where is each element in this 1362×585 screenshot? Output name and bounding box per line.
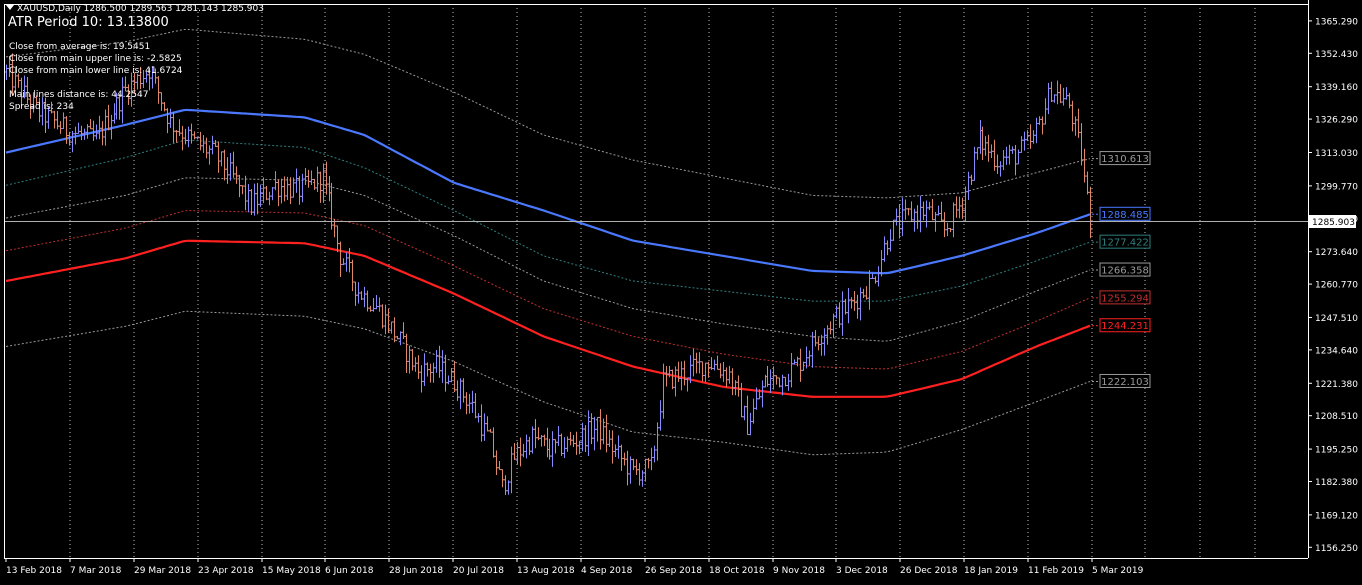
y-tick-label: 1182.380 xyxy=(1315,478,1358,488)
band-lines xyxy=(5,28,1091,456)
info-line: Close from average is: 19.5451 xyxy=(9,42,151,52)
y-tick-label: 1313.030 xyxy=(1315,149,1358,159)
chart-canvas: 1310.613 1288.485 1277.422 1266.358 1255.294… xyxy=(4,0,1358,576)
y-tick-label: 1156.250 xyxy=(1315,544,1358,554)
price-chart[interactable]: 1310.613 1288.485 1277.422 1266.358 1255.294… xyxy=(0,0,1362,581)
dropdown-triangle-icon[interactable] xyxy=(6,5,14,10)
x-tick-label: 9 Nov 2018 xyxy=(773,566,825,576)
y-tick-label: 1339.160 xyxy=(1315,83,1358,93)
y-tick-label: 1326.290 xyxy=(1315,116,1358,126)
current-price-tag-text: 1285.903 xyxy=(1312,218,1355,228)
grid-lines xyxy=(69,4,1256,558)
line-label-text: 1255.294 xyxy=(1101,293,1149,304)
x-tick-label: 13 Feb 2018 xyxy=(6,566,62,576)
line-label-text: 1310.613 xyxy=(1101,154,1149,165)
band-line-teal xyxy=(5,139,1091,302)
x-tick-label: 26 Sep 2018 xyxy=(645,566,702,576)
x-tick-label: 5 Mar 2019 xyxy=(1092,566,1144,576)
x-tick-label: 18 Jan 2019 xyxy=(964,566,1018,576)
line-label-text: 1222.103 xyxy=(1101,377,1149,388)
x-tick-label: 3 Dec 2018 xyxy=(836,566,888,576)
x-tick-label: 20 Jul 2018 xyxy=(453,566,504,576)
x-tick-label: 23 Apr 2018 xyxy=(198,566,254,576)
y-tick-label: 1208.510 xyxy=(1315,412,1358,422)
price-bars xyxy=(4,53,1093,495)
y-tick-label: 1299.770 xyxy=(1315,182,1358,192)
y-tick-label: 1365.290 xyxy=(1315,17,1358,27)
average-line xyxy=(5,108,1091,275)
symbol-quote-text: XAUUSD,Daily 1286.500 1289.563 1281.143 … xyxy=(17,4,264,14)
y-tick-label: 1273.640 xyxy=(1315,248,1358,258)
x-tick-label: 13 Aug 2018 xyxy=(517,566,575,576)
x-tick-label: 6 Jun 2018 xyxy=(325,566,374,576)
band-line-red xyxy=(5,210,1091,370)
x-tick-label: 15 May 2018 xyxy=(262,566,321,576)
y-tick-label: 1169.120 xyxy=(1315,511,1358,521)
y-tick-label: 1260.770 xyxy=(1315,281,1358,291)
x-tick-label: 28 Jun 2018 xyxy=(389,566,443,576)
line-label-text: 1266.358 xyxy=(1101,266,1149,277)
axes: 1365.290 1352.430 1339.160 1326.290 1313.030… xyxy=(4,0,1358,576)
info-line: Spread is: 234 xyxy=(9,102,74,112)
y-tick-label: 1221.380 xyxy=(1315,380,1358,390)
band-line-gray xyxy=(5,177,1091,342)
x-tick-label: 4 Sep 2018 xyxy=(581,566,633,576)
line-value-labels: 1310.613 1288.485 1277.422 1266.358 1255.294… xyxy=(1092,151,1151,388)
y-tick-label: 1234.640 xyxy=(1315,346,1358,356)
line-label-text: 1244.231 xyxy=(1101,321,1149,332)
x-tick-label: 26 Dec 2018 xyxy=(900,566,958,576)
x-tick-label: 29 Mar 2018 xyxy=(134,566,191,576)
x-tick-label: 18 Oct 2018 xyxy=(709,566,765,576)
line-label-text: 1288.485 xyxy=(1101,210,1149,221)
y-tick-label: 1195.250 xyxy=(1315,446,1358,456)
line-label-text: 1277.422 xyxy=(1101,238,1149,249)
x-tick-label: 7 Mar 2018 xyxy=(70,566,122,576)
x-tick-label: 11 Feb 2019 xyxy=(1028,566,1084,576)
info-line: Close from main lower line is: 41.6724 xyxy=(9,66,183,76)
indicator-title: ATR Period 10: 13.13800 xyxy=(8,15,169,30)
y-tick-label: 1247.510 xyxy=(1315,314,1358,324)
info-line: Main lines distance is: 44.2547 xyxy=(9,90,149,100)
info-line: Close from main upper line is: -2.5825 xyxy=(9,54,182,64)
y-tick-label: 1352.430 xyxy=(1315,50,1358,60)
symbol-header[interactable]: XAUUSD,Daily 1286.500 1289.563 1281.143 … xyxy=(6,4,264,14)
